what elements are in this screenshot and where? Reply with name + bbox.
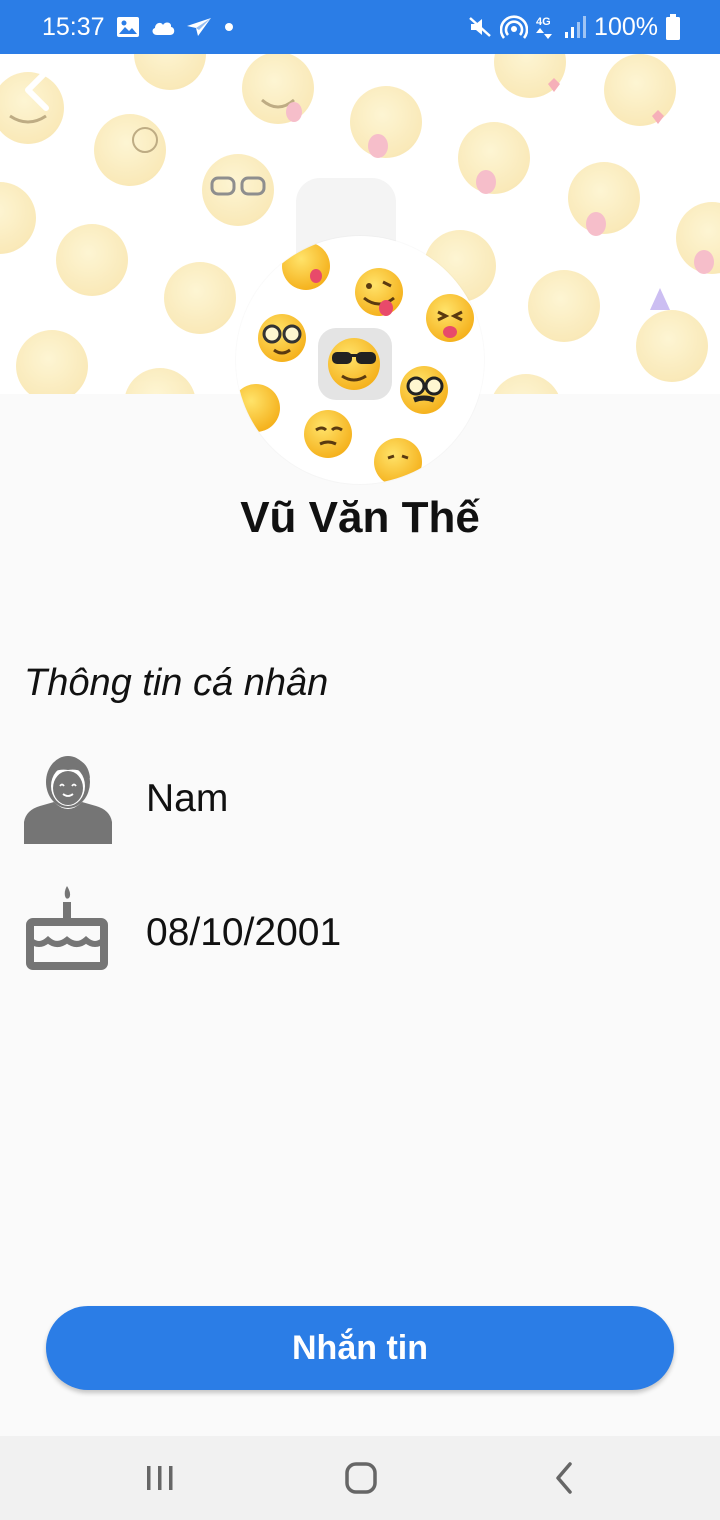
status-left-icons — [116, 13, 236, 41]
battery-percent: 100% — [594, 13, 658, 41]
send-icon — [186, 17, 212, 37]
system-nav-bar — [0, 1436, 720, 1520]
svg-text:4G: 4G — [536, 16, 551, 28]
signal-icon — [564, 15, 587, 39]
hotspot-icon — [500, 14, 529, 40]
male-user-icon — [22, 752, 114, 844]
birthday-cake-icon — [22, 886, 114, 978]
profile-screen: 15:37 4G 100% Vũ Văn Thế Thông tin cá nh… — [0, 0, 720, 1520]
message-button[interactable]: Nhắn tin — [46, 1306, 674, 1390]
gallery-icon — [116, 16, 140, 38]
home-button[interactable] — [331, 1448, 391, 1508]
personal-info-title: Thông tin cá nhân — [24, 662, 329, 704]
status-right-icons: 4G 100% — [468, 12, 680, 42]
home-icon — [345, 1462, 377, 1494]
recent-apps-icon — [147, 1466, 173, 1490]
back-icon — [556, 1462, 572, 1494]
status-time: 15:37 — [42, 13, 105, 41]
back-chevron-icon — [25, 69, 49, 111]
cloud-icon — [150, 18, 176, 36]
avatar-emoji-image — [236, 242, 474, 484]
profile-name: Vũ Văn Thế — [240, 493, 480, 542]
system-back-button[interactable] — [534, 1448, 594, 1508]
gender-row: Nam — [0, 752, 720, 848]
avatar[interactable] — [236, 236, 484, 484]
gender-value: Nam — [146, 777, 229, 820]
dot-icon — [222, 20, 236, 34]
birthday-row: 08/10/2001 — [0, 886, 720, 982]
back-button[interactable] — [12, 62, 60, 118]
status-bar: 15:37 4G 100% — [0, 0, 720, 54]
recent-apps-button[interactable] — [130, 1448, 190, 1508]
network-4g-icon: 4G — [536, 14, 556, 40]
battery-icon — [666, 14, 680, 40]
mute-icon — [468, 15, 492, 39]
birthday-value: 08/10/2001 — [146, 911, 342, 954]
